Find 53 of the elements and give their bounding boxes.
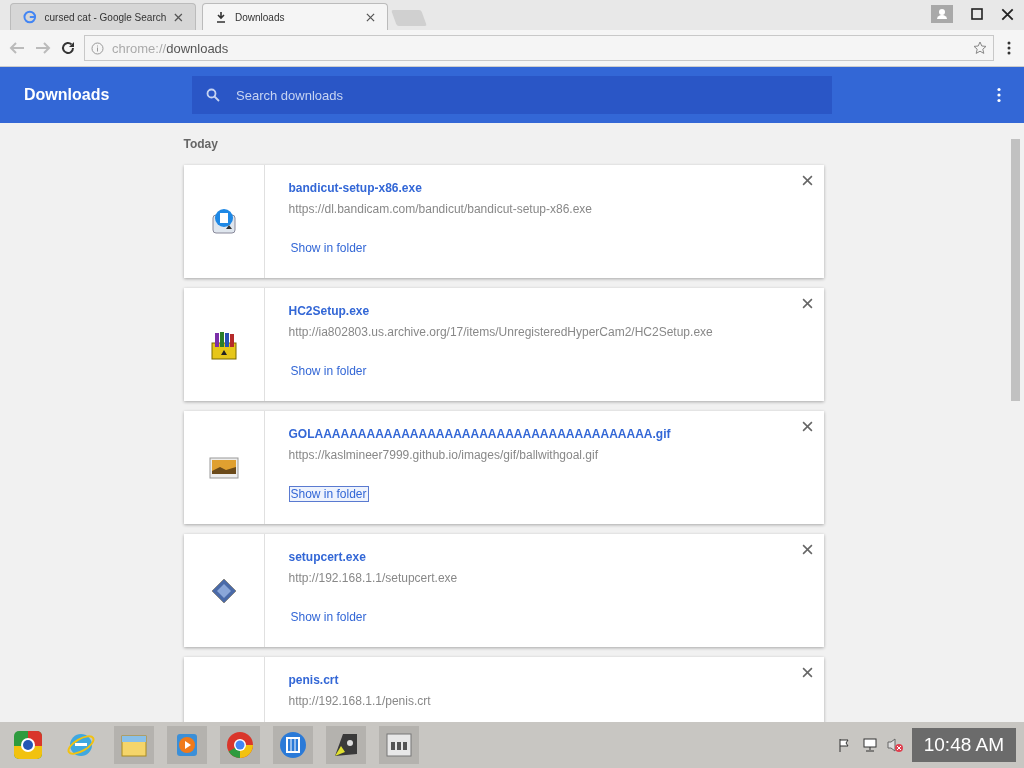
download-icon xyxy=(215,11,227,23)
file-name-link[interactable]: penis.crt xyxy=(288,673,339,687)
scrollbar-thumb[interactable] xyxy=(1011,139,1020,401)
google-icon xyxy=(23,10,37,24)
show-in-folder-link[interactable]: Show in folder xyxy=(288,240,369,256)
close-icon xyxy=(802,543,813,555)
close-icon xyxy=(802,420,813,432)
source-url: http://ia802803.us.archive.org/17/items/UnregisteredHyperCam2/HC2Setup.exe xyxy=(288,325,714,339)
search-icon xyxy=(206,88,220,102)
page-title: Downloads xyxy=(24,86,111,104)
taskbar-app[interactable] xyxy=(220,726,260,764)
certificate-icon xyxy=(209,576,238,605)
search-field[interactable]: Search downloads xyxy=(192,76,832,114)
source-url: http://192.168.1.1/penis.crt xyxy=(288,694,432,708)
file-name-link[interactable]: setupcert.exe xyxy=(288,550,366,564)
chrome-icon xyxy=(225,730,255,760)
source-url: https://dl.bandicam.com/bandicut/bandicut-setup-x86.exe xyxy=(288,202,593,216)
show-in-folder-link[interactable]: Show in folder xyxy=(288,363,369,379)
chrome-icon xyxy=(13,730,43,760)
close-icon xyxy=(802,174,813,186)
browser-tab[interactable]: Downloads xyxy=(202,3,388,30)
bookmark-star-icon[interactable] xyxy=(973,41,987,55)
reload-icon[interactable] xyxy=(60,40,76,56)
info-icon xyxy=(91,41,104,55)
more-options-icon[interactable] xyxy=(996,87,1002,103)
close-icon xyxy=(802,666,813,678)
image-file-icon xyxy=(208,456,239,479)
clock[interactable]: 10:48 AM xyxy=(911,728,1016,762)
taskbar-app[interactable] xyxy=(326,726,366,764)
file-name-link[interactable]: bandicut-setup-x86.exe xyxy=(288,181,422,195)
show-in-folder-link[interactable]: Show in folder xyxy=(288,609,369,625)
address-bar[interactable]: chrome://downloads xyxy=(84,35,994,61)
browser-tab[interactable]: cursed cat - Google Search xyxy=(10,3,196,30)
tab-title: cursed cat - Google Search xyxy=(44,11,167,23)
network-icon[interactable] xyxy=(861,738,878,752)
close-icon xyxy=(174,12,183,22)
close-window-icon xyxy=(1001,7,1014,21)
file-name-link[interactable]: HC2Setup.exe xyxy=(288,304,370,318)
close-icon xyxy=(802,297,813,309)
control-panel-icon xyxy=(384,730,414,760)
source-url: https://kaslmineer7999.github.io/images/gif/ballwithgoal.gif xyxy=(288,448,599,462)
taskbar-app[interactable] xyxy=(379,726,419,764)
tab-title: Downloads xyxy=(235,11,286,23)
taskbar-app[interactable] xyxy=(273,726,313,764)
maximize-icon[interactable] xyxy=(971,8,983,20)
file-name-link[interactable]: GOLAAAAAAAAAAAAAAAAAAAAAAAAAAAAAAAAAAAAAAA.gif xyxy=(288,427,671,441)
film-icon xyxy=(278,730,308,760)
url-text: chrome://downloads xyxy=(112,40,230,56)
source-url: http://192.168.1.1/setupcert.exe xyxy=(288,571,459,585)
section-heading: Today xyxy=(183,137,219,151)
muted-speaker-icon[interactable] xyxy=(885,737,904,753)
close-icon xyxy=(366,12,375,22)
show-in-folder-link[interactable]: Show in folder xyxy=(288,486,369,502)
